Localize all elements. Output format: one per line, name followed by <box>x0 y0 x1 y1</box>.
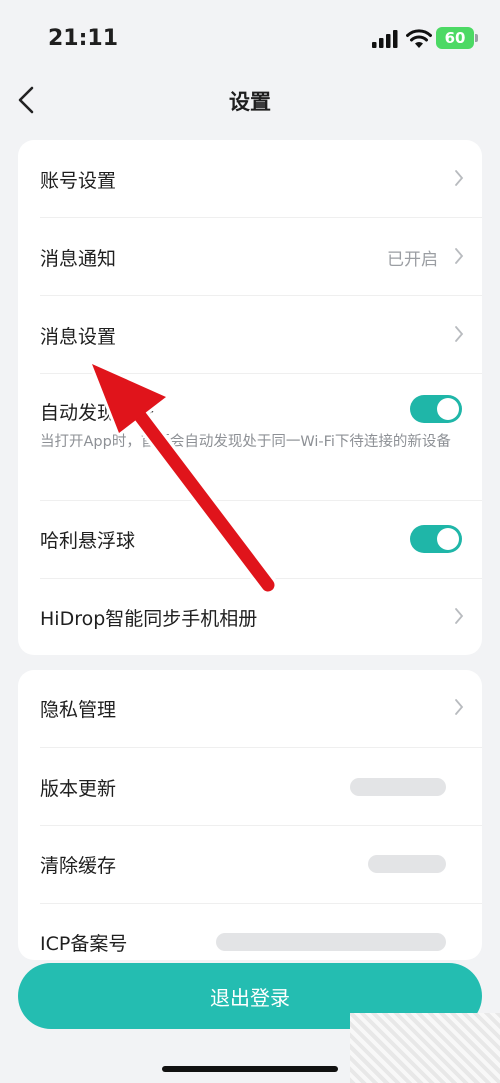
account-settings-row[interactable]: 账号设置 <box>18 140 482 217</box>
toggle-knob <box>437 398 459 420</box>
hidrop-row[interactable]: HiDrop智能同步手机相册 <box>18 579 482 655</box>
message-settings-label: 消息设置 <box>40 326 117 348</box>
blurred-icp-number <box>216 933 446 951</box>
chevron-right-icon <box>455 699 464 715</box>
battery-cap <box>475 34 478 42</box>
settings-group-2: 隐私管理 版本更新 清除缓存 ICP备案号 <box>18 670 482 960</box>
message-notification-status: 已开启 <box>387 250 438 270</box>
auto-discover-row: 自动发现设备 当打开App时，首页会自动发现处于同一Wi-Fi下待连接的新设备 <box>18 374 482 494</box>
account-settings-label: 账号设置 <box>40 170 117 192</box>
icp-row[interactable]: ICP备案号 <box>18 904 482 960</box>
message-notification-label: 消息通知 <box>40 248 117 270</box>
clear-cache-row[interactable]: 清除缓存 <box>18 826 482 903</box>
privacy-label: 隐私管理 <box>40 699 117 721</box>
battery-level: 60 <box>444 29 466 47</box>
version-update-label: 版本更新 <box>40 778 117 800</box>
message-notification-row[interactable]: 消息通知 已开启 <box>18 218 482 295</box>
nav-bar: 设置 <box>0 70 500 130</box>
page-title: 设置 <box>229 90 271 114</box>
settings-group-1: 账号设置 消息通知 已开启 消息设置 自动发现设备 当打开App时，首页会自动发… <box>18 140 482 655</box>
privacy-row[interactable]: 隐私管理 <box>18 670 482 747</box>
chevron-right-icon <box>455 608 464 624</box>
toggle-knob <box>437 528 459 550</box>
cellular-signal-icon <box>372 30 398 48</box>
message-settings-row[interactable]: 消息设置 <box>18 296 482 373</box>
icp-label: ICP备案号 <box>40 933 128 955</box>
hidrop-label: HiDrop智能同步手机相册 <box>40 608 258 630</box>
battery-icon: 60 <box>436 27 474 49</box>
auto-discover-toggle[interactable] <box>410 395 462 423</box>
blurred-cache-size <box>368 855 446 873</box>
chevron-right-icon <box>455 326 464 342</box>
float-ball-row: 哈利悬浮球 <box>18 501 482 578</box>
home-indicator <box>162 1066 338 1072</box>
clear-cache-label: 清除缓存 <box>40 855 117 877</box>
float-ball-toggle[interactable] <box>410 525 462 553</box>
chevron-right-icon <box>455 170 464 186</box>
version-update-row[interactable]: 版本更新 <box>18 748 482 825</box>
auto-discover-label: 自动发现设备 <box>40 402 155 424</box>
auto-discover-description: 当打开App时，首页会自动发现处于同一Wi-Fi下待连接的新设备 <box>40 434 451 450</box>
chevron-right-icon <box>455 248 464 264</box>
blurred-version-value <box>350 778 446 796</box>
wifi-icon <box>406 29 432 48</box>
status-bar: 21:11 60 <box>0 0 500 80</box>
watermark <box>350 1013 500 1083</box>
float-ball-label: 哈利悬浮球 <box>40 530 136 552</box>
status-time: 21:11 <box>48 26 119 51</box>
